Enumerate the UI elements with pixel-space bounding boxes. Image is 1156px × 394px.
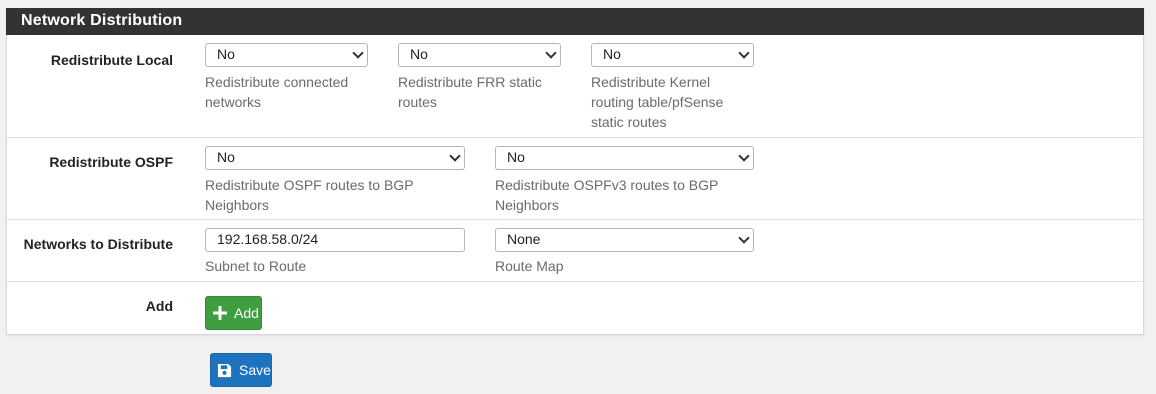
row-label-redistribute-ospf: Redistribute OSPF — [49, 154, 173, 170]
select-redistribute-ospf[interactable]: No — [205, 146, 465, 170]
help-line: Redistribute FRR static — [398, 74, 542, 90]
help-line: routes — [398, 94, 437, 110]
plus-icon — [213, 306, 227, 320]
help-line: Neighbors — [205, 197, 269, 213]
select-value: No — [410, 46, 428, 62]
help-line: Redistribute connected — [205, 74, 349, 90]
select-value: None — [507, 231, 541, 247]
floppy-disk-icon — [217, 363, 232, 377]
help-line: Redistribute OSPFv3 routes to BGP — [495, 177, 719, 193]
help-redistribute-frr-static: Redistribute FRR static routes — [398, 72, 542, 112]
row-networks-to-distribute: Networks to Distribute 192.168.58.0/24 S… — [7, 220, 1143, 282]
help-line: networks — [205, 94, 262, 110]
help-redistribute-ospf: Redistribute OSPF routes to BGP Neighbor… — [205, 175, 414, 215]
row-redistribute-local: Redistribute Local No Redistribute conne… — [7, 35, 1143, 138]
help-line: routing table/pfSense — [591, 94, 724, 110]
save-button-label: Save — [239, 362, 271, 378]
panel-heading: Network Distribution — [6, 8, 1144, 35]
select-redistribute-kernel[interactable]: No — [591, 43, 754, 67]
chevron-down-icon — [738, 232, 750, 244]
row-label-add: Add — [145, 298, 173, 314]
row-label-networks-to-distribute: Networks to Distribute — [23, 236, 173, 252]
select-value: No — [217, 46, 235, 62]
chevron-down-icon — [545, 47, 557, 59]
save-button[interactable]: Save — [210, 353, 272, 387]
chevron-down-icon — [738, 47, 750, 59]
chevron-down-icon — [738, 150, 750, 162]
subnet-input[interactable]: 192.168.58.0/24 — [205, 228, 465, 252]
help-redistribute-connected: Redistribute connected networks — [205, 72, 348, 112]
select-redistribute-frr-static[interactable]: No — [398, 43, 561, 67]
help-subnet: Subnet to Route — [205, 258, 307, 274]
help-line: Neighbors — [495, 197, 559, 213]
add-button[interactable]: Add — [205, 296, 262, 330]
select-value: No — [217, 149, 235, 165]
chevron-down-icon — [449, 150, 461, 162]
help-redistribute-ospfv3: Redistribute OSPFv3 routes to BGP Neighb… — [495, 175, 718, 215]
row-add: Add Add — [7, 282, 1143, 335]
chevron-down-icon — [352, 47, 364, 59]
help-line: static routes — [591, 114, 667, 130]
help-redistribute-kernel: Redistribute Kernel routing table/pfSens… — [591, 72, 723, 132]
panel-title: Network Distribution — [21, 12, 183, 29]
select-value: No — [507, 149, 525, 165]
subnet-input-value: 192.168.58.0/24 — [217, 231, 319, 247]
select-redistribute-ospfv3[interactable]: No — [495, 146, 754, 170]
select-route-map[interactable]: None — [495, 228, 754, 252]
add-button-label: Add — [234, 305, 259, 321]
help-route-map: Route Map — [495, 258, 564, 274]
select-value: No — [603, 46, 621, 62]
row-label-redistribute-local: Redistribute Local — [50, 52, 173, 68]
row-redistribute-ospf: Redistribute OSPF No Redistribute OSPF r… — [7, 138, 1143, 220]
select-redistribute-connected[interactable]: No — [205, 43, 368, 67]
help-line: Redistribute Kernel — [591, 74, 711, 90]
help-line: Redistribute OSPF routes to BGP — [205, 177, 414, 193]
network-distribution-panel: Network Distribution Redistribute Local … — [6, 8, 1144, 335]
